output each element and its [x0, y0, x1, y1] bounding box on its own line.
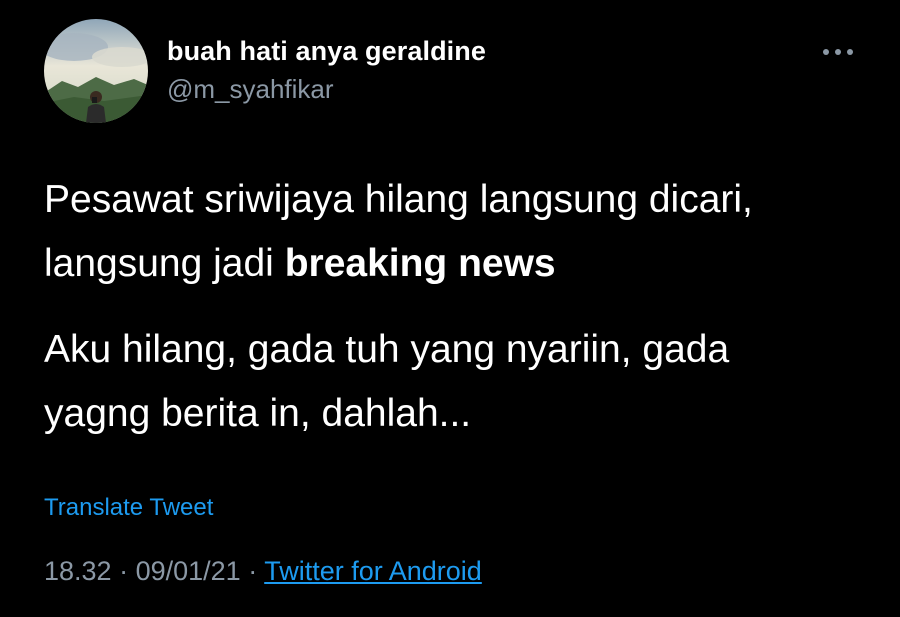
translate-tweet-link[interactable]: Translate Tweet: [44, 494, 213, 522]
ellipsis-icon: [823, 49, 853, 55]
tweet-card: buah hati anya geraldine @m_syahfikar Pe…: [0, 0, 900, 617]
tweet-date[interactable]: 09/01/21: [136, 556, 241, 586]
meta-separator: ·: [111, 556, 136, 586]
tweet-paragraph-2: Aku hilang, gada tuh yang nyariin, gada …: [44, 318, 874, 446]
tweet-text-line: yagng berita in, dahlah...: [44, 392, 472, 435]
tweet-text-line: langsung jadi: [44, 242, 285, 285]
avatar[interactable]: [44, 19, 148, 123]
tweet-time[interactable]: 18.32: [44, 556, 112, 586]
more-options-button[interactable]: [818, 40, 858, 64]
profile-photo-icon: [44, 19, 148, 123]
user-handle[interactable]: @m_syahfikar: [167, 74, 334, 105]
tweet-text-line: Aku hilang, gada tuh yang nyariin, gada: [44, 328, 730, 371]
meta-separator: ·: [240, 556, 265, 586]
tweet-paragraph-1: Pesawat sriwijaya hilang langsung dicari…: [44, 168, 874, 296]
tweet-text-line: Pesawat sriwijaya hilang langsung dicari…: [44, 178, 753, 221]
tweet-bold-text: breaking news: [284, 242, 556, 285]
display-name[interactable]: buah hati anya geraldine: [167, 36, 486, 67]
tweet-source-link[interactable]: Twitter for Android: [264, 556, 482, 586]
tweet-meta: 18.32 · 09/01/21 · Twitter for Android: [44, 556, 482, 587]
